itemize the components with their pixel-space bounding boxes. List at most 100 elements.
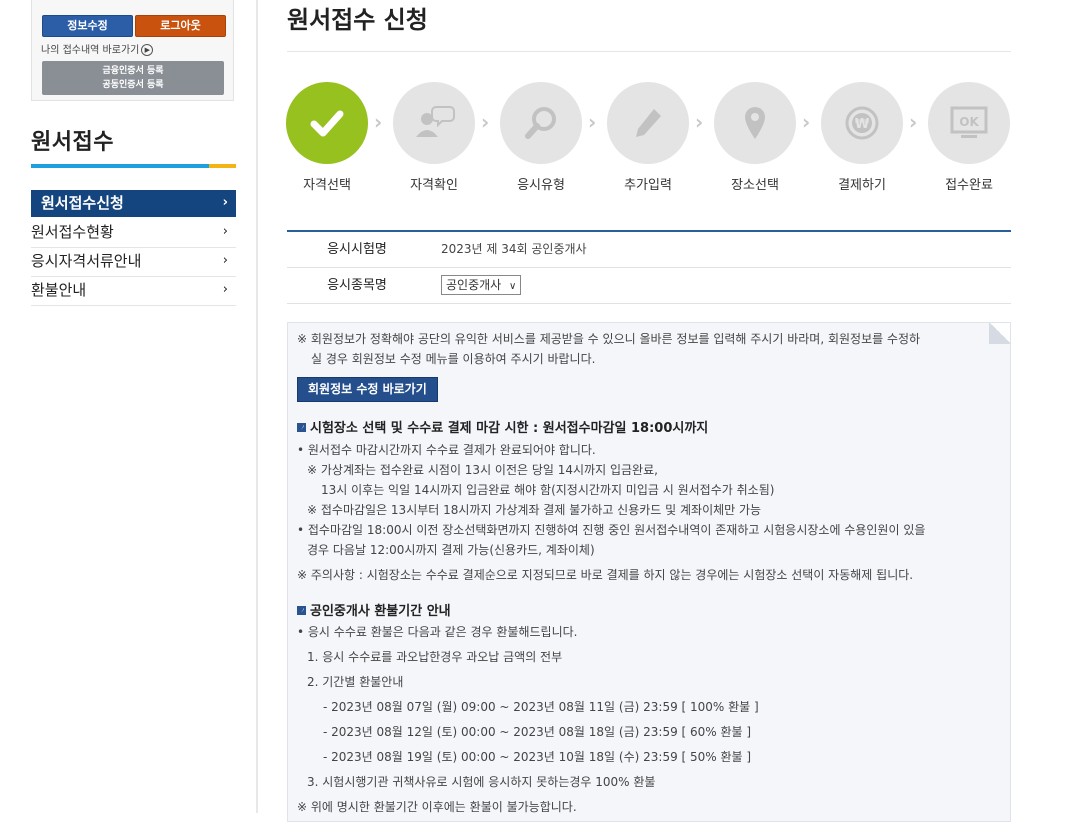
certificate-register-button[interactable]: 금융인증서 등록 공동인증서 등록 bbox=[42, 61, 224, 95]
sidebar-item-label: 원서접수현황 bbox=[31, 223, 114, 241]
step-label: 장소선택 bbox=[731, 178, 779, 193]
sidebar-title: 원서접수 bbox=[31, 130, 114, 155]
section2-heading: 공인중개사 환불기간 안내 bbox=[297, 600, 451, 619]
section1-line: ※ 가상계좌는 접수완료 시점이 13시 이전은 당일 14시까지 입금완료, bbox=[307, 463, 658, 477]
exam-subject-row: 응시종목명 공인중개사 ∨ bbox=[287, 268, 1011, 304]
sidebar-item-label: 응시자격서류안내 bbox=[31, 252, 142, 270]
step-label: 응시유형 bbox=[517, 178, 565, 193]
step-circle bbox=[286, 82, 368, 164]
section1-line: • 접수마감일 18:00시 이전 장소선택화면까지 진행하여 진행 중인 원서… bbox=[297, 523, 926, 537]
section2-line: 3. 시험시행기관 귀책사유로 시험에 응시하지 못하는경우 100% 환불 bbox=[307, 775, 656, 789]
section1-line: • 원서접수 마감시간까지 수수료 결제가 완료되어야 합니다. bbox=[297, 443, 596, 457]
chevron-right-icon: › bbox=[222, 224, 228, 239]
step-circle: OK bbox=[928, 82, 1010, 164]
section2-footnote: ※ 위에 명시한 환불기간 이후에는 환불이 불가능합니다. bbox=[297, 800, 577, 814]
step-arrow-icon: › bbox=[481, 110, 490, 134]
won-coin-icon: ₩ bbox=[845, 106, 879, 140]
step-label: 결제하기 bbox=[838, 178, 886, 193]
step-complete: OK 접수완료 bbox=[928, 82, 1010, 193]
section1-line: 13시 이후는 익일 14시까지 입금완료 해야 함(지정시간까지 미입금 시 … bbox=[321, 483, 775, 497]
sidebar-item-label: 환불안내 bbox=[31, 281, 87, 299]
title-divider bbox=[287, 51, 1011, 52]
page-fold-decoration bbox=[989, 323, 1010, 344]
notice-intro-line2: 실 경우 회원정보 수정 메뉴를 이용하여 주시기 바랍니다. bbox=[311, 352, 596, 366]
logout-button[interactable]: 로그아웃 bbox=[135, 15, 226, 37]
exam-name-value: 2023년 제 34회 공인중개사 bbox=[441, 242, 587, 256]
sidebar-title-underline-accent bbox=[209, 164, 236, 168]
check-square-icon bbox=[297, 423, 306, 432]
application-steps: 자격선택 › 자격확인 › 응시유형 › 추가입력 › 장소선택 › ₩ 결제하… bbox=[286, 82, 1012, 193]
pencil-icon bbox=[636, 109, 661, 137]
section1-caution: ※ 주의사항 : 시험장소는 수수료 결제순으로 지정되므로 바로 결제를 하지… bbox=[297, 568, 914, 582]
step-qualification-select: 자격선택 bbox=[286, 82, 368, 193]
refund-period-line: - 2023년 08월 07일 (월) 09:00 ~ 2023년 08월 11… bbox=[323, 700, 759, 714]
page-title: 원서접수 신청 bbox=[287, 6, 428, 34]
sidebar-item-label: 원서접수신청 bbox=[41, 194, 124, 212]
step-arrow-icon: › bbox=[374, 110, 383, 134]
step-label: 자격확인 bbox=[410, 178, 458, 193]
section1-line: 경우 다음날 12:00시까지 결제 가능(신용카드, 계좌이체) bbox=[307, 543, 595, 557]
my-history-label: 나의 접수내역 바로가기 bbox=[41, 45, 140, 56]
chevron-right-icon: › bbox=[222, 282, 228, 297]
check-square-icon bbox=[297, 606, 306, 615]
step-label: 접수완료 bbox=[945, 178, 993, 193]
step-qualification-check: 자격확인 bbox=[393, 82, 475, 193]
section1-heading: 시험장소 선택 및 수수료 결제 마감 시한 : 원서접수마감일 18:00시까… bbox=[297, 417, 708, 436]
sidebar-item-documents[interactable]: 응시자격서류안내 › bbox=[31, 248, 236, 277]
exam-subject-select[interactable]: 공인중개사 ∨ bbox=[441, 275, 522, 295]
section2-line: 1. 응시 수수료를 과오납한경우 과오납 금액의 전부 bbox=[307, 650, 563, 664]
finance-cert-label: 금융인증서 등록 bbox=[102, 66, 164, 76]
sidebar-divider bbox=[256, 0, 258, 813]
edit-member-info-button[interactable]: 회원정보 수정 바로가기 bbox=[297, 377, 438, 402]
sidebar-item-refund[interactable]: 환불안내 › bbox=[31, 277, 236, 306]
refund-period-line: - 2023년 08월 19일 (토) 00:00 ~ 2023년 10월 18… bbox=[323, 750, 752, 764]
exam-subject-label: 응시종목명 bbox=[327, 278, 387, 293]
person-speech-icon bbox=[416, 106, 455, 137]
step-extra-input: 추가입력 bbox=[607, 82, 689, 193]
user-info-box: 정보수정 로그아웃 나의 접수내역 바로가기 ▶ 금융인증서 등록 공동인증서 등… bbox=[31, 0, 234, 101]
step-arrow-icon: › bbox=[695, 110, 704, 134]
step-arrow-icon: › bbox=[802, 110, 811, 134]
svg-text:₩: ₩ bbox=[855, 117, 870, 132]
section2-title: 공인중개사 환불기간 안내 bbox=[310, 604, 451, 619]
exam-name-label: 응시시험명 bbox=[327, 242, 387, 257]
joint-cert-label: 공동인증서 등록 bbox=[102, 80, 164, 90]
step-exam-type: 응시유형 bbox=[500, 82, 582, 193]
exam-name-row: 응시시험명 2023년 제 34회 공인중개사 bbox=[287, 232, 1011, 268]
step-circle bbox=[714, 82, 796, 164]
circle-arrow-icon: ▶ bbox=[141, 44, 154, 56]
location-pin-icon bbox=[745, 107, 765, 139]
step-label: 자격선택 bbox=[303, 178, 351, 193]
step-circle bbox=[393, 82, 475, 164]
sidebar-item-status[interactable]: 원서접수현황 › bbox=[31, 219, 236, 248]
step-circle bbox=[607, 82, 689, 164]
step-payment: ₩ 결제하기 bbox=[821, 82, 903, 193]
chevron-right-icon: › bbox=[222, 195, 228, 210]
svg-text:OK: OK bbox=[959, 115, 979, 129]
step-circle: ₩ bbox=[821, 82, 903, 164]
exam-info-table: 응시시험명 2023년 제 34회 공인중개사 응시종목명 공인중개사 ∨ bbox=[287, 230, 1011, 304]
my-history-link[interactable]: 나의 접수내역 바로가기 ▶ bbox=[41, 41, 154, 56]
section1-title: 시험장소 선택 및 수수료 결제 마감 시한 : 원서접수마감일 18:00시까… bbox=[310, 421, 709, 436]
section2-line: • 응시 수수료 환불은 다음과 같은 경우 환불해드립니다. bbox=[297, 625, 578, 639]
step-arrow-icon: › bbox=[909, 110, 918, 134]
chevron-right-icon: › bbox=[222, 253, 228, 268]
edit-profile-button[interactable]: 정보수정 bbox=[42, 15, 133, 37]
chevron-down-icon: ∨ bbox=[509, 281, 517, 292]
step-location-select: 장소선택 bbox=[714, 82, 796, 193]
step-label: 추가입력 bbox=[624, 178, 672, 193]
section2-line: 2. 기간별 환불안내 bbox=[307, 675, 404, 689]
exam-subject-selected: 공인중개사 bbox=[446, 278, 502, 292]
left-sidebar: 정보수정 로그아웃 나의 접수내역 바로가기 ▶ 금융인증서 등록 공동인증서 등… bbox=[0, 0, 256, 813]
check-icon bbox=[310, 110, 344, 137]
step-arrow-icon: › bbox=[588, 110, 597, 134]
ok-monitor-icon: OK bbox=[950, 106, 988, 138]
magnifier-icon bbox=[525, 107, 556, 139]
sidebar-menu: 원서접수신청 › 원서접수현황 › 응시자격서류안내 › 환불안내 › bbox=[31, 190, 236, 306]
sidebar-item-apply[interactable]: 원서접수신청 › bbox=[31, 190, 236, 217]
notice-box: ※ 회원정보가 정확해야 공단의 유익한 서비스를 제공받을 수 있으니 올바른… bbox=[287, 322, 1011, 822]
refund-period-line: - 2023년 08월 12일 (토) 00:00 ~ 2023년 08월 18… bbox=[323, 725, 752, 739]
notice-intro-line1: ※ 회원정보가 정확해야 공단의 유익한 서비스를 제공받을 수 있으니 올바른… bbox=[297, 332, 921, 346]
section1-line: ※ 접수마감일은 13시부터 18시까지 가상계좌 결제 불가하고 신용카드 및… bbox=[307, 503, 762, 517]
step-circle bbox=[500, 82, 582, 164]
